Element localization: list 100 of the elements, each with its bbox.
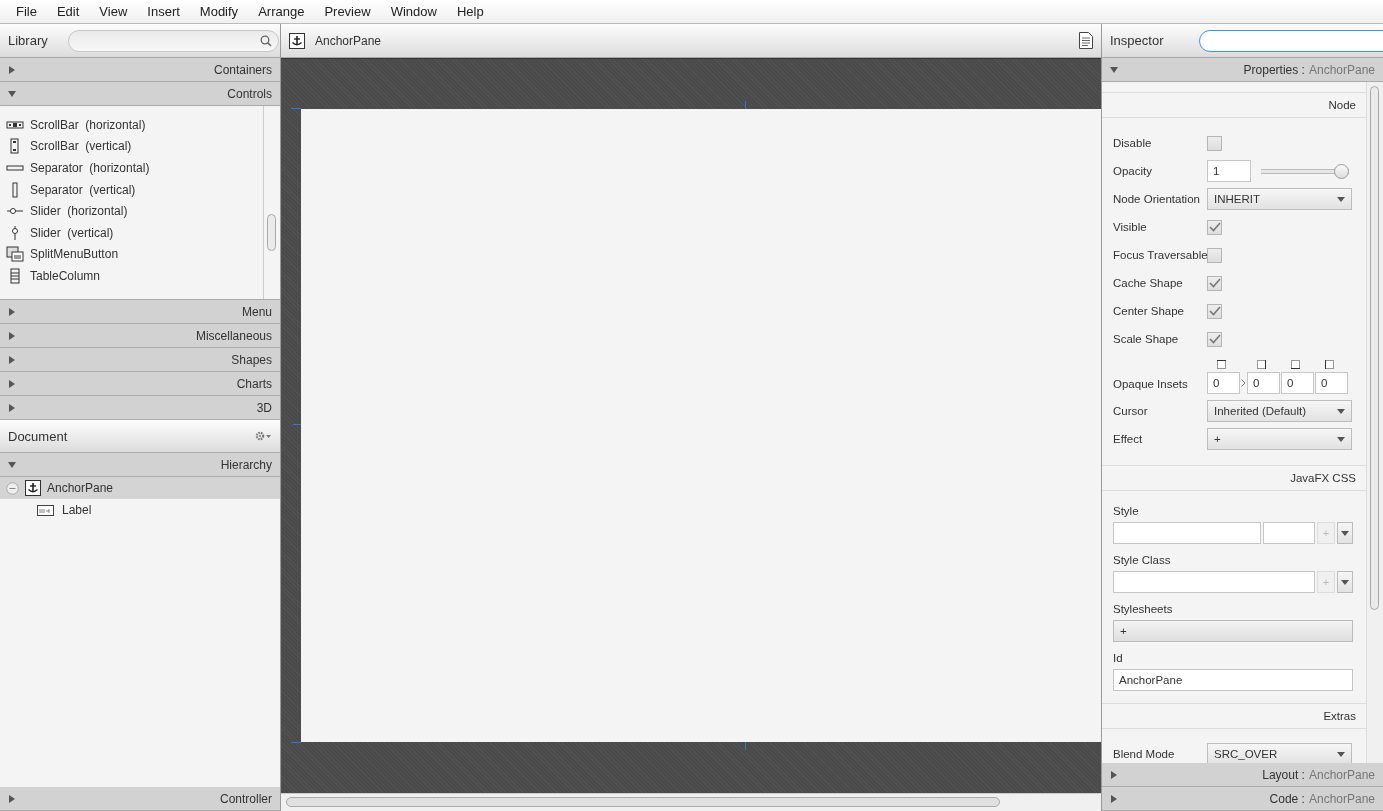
opacity-field[interactable]: 1 <box>1207 160 1251 182</box>
caret-icon <box>1341 579 1349 585</box>
inset-field[interactable]: 0 <box>1315 372 1348 394</box>
input-field[interactable] <box>1263 522 1315 544</box>
checkbox[interactable] <box>1207 303 1222 319</box>
accordion-header[interactable]: 3D <box>0 396 280 420</box>
resize-handle[interactable] <box>291 108 301 109</box>
disclosure-triangle-icon <box>1110 770 1118 779</box>
menu-item[interactable]: Arrange <box>248 2 315 21</box>
accordion-header[interactable]: Properties : AnchorPane <box>1102 58 1383 82</box>
slider-thumb[interactable] <box>1334 163 1349 179</box>
accordion-header[interactable]: Charts <box>0 372 280 396</box>
menu-item[interactable]: Insert <box>137 2 190 21</box>
scrollbar-thumb[interactable] <box>267 214 276 251</box>
library-item[interactable]: ScrollBar (horizontal) <box>0 114 263 136</box>
collapse-icon[interactable] <box>6 481 19 495</box>
accordion-header[interactable]: Code : AnchorPane <box>1102 787 1383 811</box>
inset-side-icon[interactable] <box>1325 360 1334 369</box>
add-stylesheet-button[interactable]: + <box>1113 620 1353 642</box>
disclosure-triangle-icon <box>8 379 16 388</box>
scrollbar-thumb[interactable] <box>1370 86 1379 610</box>
inset-field[interactable]: 0 <box>1281 372 1314 394</box>
caret-icon <box>1337 436 1345 442</box>
inset-field[interactable]: 0 <box>1207 372 1240 394</box>
library-item[interactable]: TableColumn <box>0 265 263 287</box>
accordion-header[interactable]: Controller <box>0 787 280 811</box>
property-label: Opacity <box>1113 165 1153 177</box>
tree-item[interactable]: Label <box>0 499 280 521</box>
scrollbar[interactable] <box>1366 82 1383 763</box>
resize-handle[interactable] <box>293 424 301 425</box>
accordion-header[interactable]: Hierarchy <box>0 453 280 477</box>
menu-item[interactable]: Modify <box>189 2 249 21</box>
settings-icon[interactable] <box>255 431 272 441</box>
disclosure-triangle-icon <box>1110 794 1118 803</box>
library-item[interactable]: Slider (horizontal) <box>0 200 263 222</box>
id-field[interactable]: AnchorPane <box>1113 669 1353 691</box>
checkbox[interactable] <box>1207 135 1222 151</box>
checkmark-icon <box>1208 278 1221 288</box>
resize-handle[interactable] <box>291 742 301 743</box>
library-item[interactable]: Separator (horizontal) <box>0 157 263 179</box>
scrollbar-thumb[interactable] <box>286 797 1000 807</box>
disclosure-triangle-icon <box>1110 65 1118 74</box>
document-icon[interactable] <box>1079 32 1093 49</box>
accordion-header[interactable]: Shapes <box>0 348 280 372</box>
checkbox[interactable] <box>1207 247 1222 263</box>
accordion-header[interactable]: Layout : AnchorPane <box>1102 763 1383 787</box>
section-subject: AnchorPane <box>1308 767 1375 782</box>
caret-icon <box>1337 751 1345 757</box>
property-label: Style <box>1113 505 1140 517</box>
disclosure-triangle-icon <box>8 331 16 340</box>
property-label: Node Orientation <box>1113 193 1201 205</box>
dropdown[interactable]: INHERIT <box>1207 188 1352 210</box>
checkbox[interactable] <box>1207 219 1222 235</box>
inspector-search-field[interactable] <box>1199 29 1383 52</box>
menu-item[interactable]: Window <box>380 2 447 21</box>
input-field[interactable] <box>1113 571 1315 593</box>
property-label: Scale Shape <box>1113 333 1180 345</box>
dropdown-button[interactable] <box>1337 571 1353 593</box>
menu-item[interactable]: Preview <box>314 2 381 21</box>
property-label: Cache Shape <box>1113 277 1184 289</box>
dropdown-button[interactable] <box>1337 522 1353 544</box>
search-icon <box>259 34 272 47</box>
dropdown[interactable]: + <box>1207 428 1352 450</box>
label-icon <box>37 504 54 516</box>
library-search-field[interactable] <box>67 29 279 52</box>
disclosure-triangle-icon <box>8 89 16 98</box>
input-field[interactable] <box>1113 522 1261 544</box>
accordion-header[interactable]: Containers <box>0 58 280 82</box>
library-item[interactable]: ScrollBar (vertical) <box>0 135 263 158</box>
menu-item[interactable]: View <box>89 2 138 21</box>
checkbox[interactable] <box>1207 331 1222 347</box>
checkbox[interactable] <box>1207 275 1222 291</box>
property-label: Id <box>1113 652 1124 664</box>
library-title: Library <box>8 33 48 48</box>
accordion-header[interactable]: Menu <box>0 300 280 324</box>
breadcrumb-item[interactable]: AnchorPane <box>315 33 382 48</box>
dropdown[interactable]: SRC_OVER <box>1207 743 1352 763</box>
library-item[interactable]: SplitMenuButton <box>0 243 263 266</box>
resize-handle[interactable] <box>745 101 746 109</box>
section-title: Code : <box>1269 791 1305 806</box>
menu-item[interactable]: File <box>6 2 47 21</box>
scrollbar[interactable] <box>281 793 1101 811</box>
resize-handle[interactable] <box>745 742 746 750</box>
checkmark-icon <box>1208 222 1221 232</box>
tree-item[interactable]: AnchorPane <box>0 477 280 499</box>
inset-side-icon[interactable] <box>1291 360 1300 369</box>
dropdown[interactable]: Inherited (Default) <box>1207 400 1352 422</box>
disclosure-triangle-icon <box>8 355 16 364</box>
library-item[interactable]: Separator (vertical) <box>0 178 263 201</box>
menu-item[interactable]: Help <box>446 2 494 21</box>
disclosure-triangle-icon <box>8 307 16 316</box>
library-item[interactable]: Slider (vertical) <box>0 221 263 244</box>
accordion-header[interactable]: Controls <box>0 82 280 106</box>
inset-side-icon[interactable] <box>1257 360 1266 369</box>
menu-item[interactable]: Edit <box>46 2 90 21</box>
inset-side-icon[interactable] <box>1217 360 1226 369</box>
accordion-header[interactable]: Miscellaneous <box>0 324 280 348</box>
chevron-icon[interactable] <box>1241 379 1246 387</box>
inset-field[interactable]: 0 <box>1247 372 1280 394</box>
disclosure-triangle-icon <box>8 403 16 412</box>
